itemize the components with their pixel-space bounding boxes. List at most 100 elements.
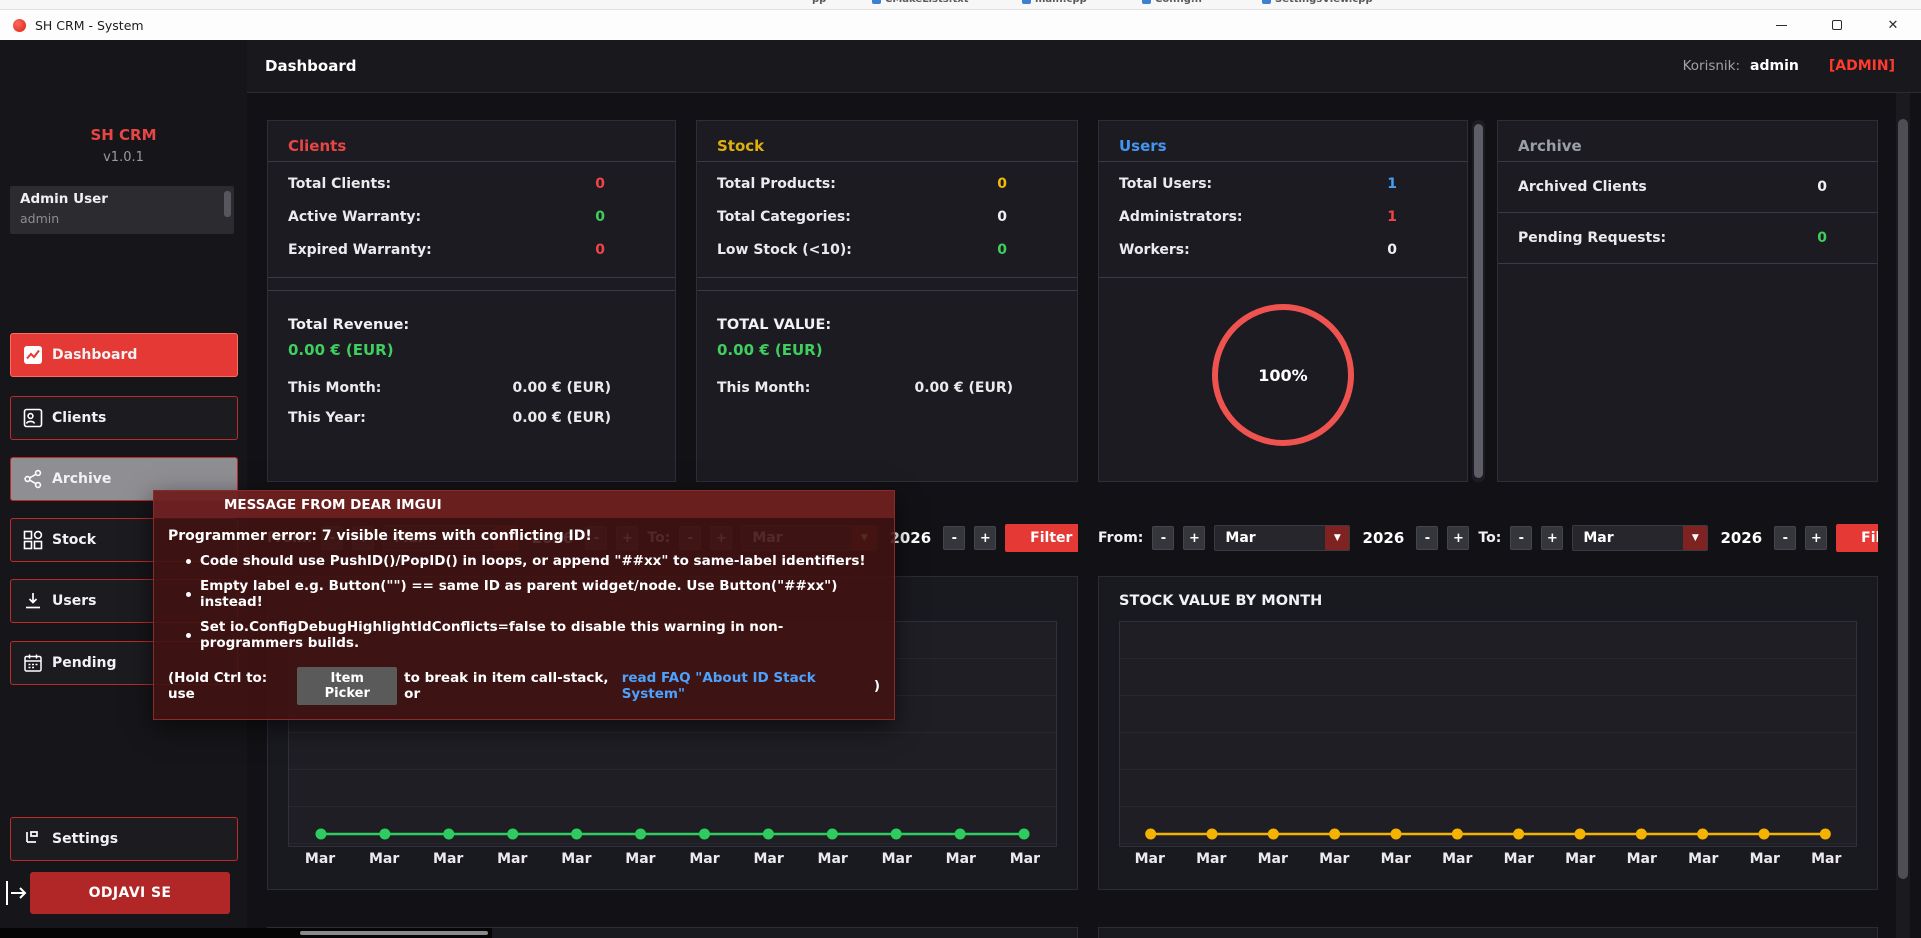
logout-button[interactable]: ODJAVI SE bbox=[30, 872, 230, 914]
stat-row: Total Categories:0 bbox=[697, 209, 1077, 228]
separator bbox=[268, 290, 675, 291]
stat-row: Low Stock (<10):0 bbox=[697, 242, 1077, 261]
version-label: v1.0.1 bbox=[0, 150, 247, 165]
background-tab-label: CMakeLists.txt bbox=[885, 0, 969, 5]
user-label: Korisnik: bbox=[1683, 58, 1740, 74]
x-axis-label: Mar bbox=[1119, 851, 1181, 867]
background-tab[interactable]: SettingsView.cpp bbox=[1262, 0, 1373, 5]
from-month-minus-button[interactable]: - bbox=[1152, 526, 1174, 550]
sidebar-item-label: Settings bbox=[52, 831, 118, 847]
chart-line bbox=[1120, 622, 1856, 846]
stock-filter-row: From: - + Mar▼ 2026 - + To: - + Mar▼ 202… bbox=[1098, 515, 1878, 561]
to-year-value[interactable]: 2026 bbox=[1717, 529, 1765, 547]
cards-scrollbar-thumb[interactable] bbox=[1474, 124, 1483, 478]
user-panel-scrollbar[interactable] bbox=[224, 191, 231, 217]
to-year-plus-button[interactable]: + bbox=[974, 526, 996, 550]
imgui-error-popup: MESSAGE FROM DEAR IMGUI Programmer error… bbox=[153, 490, 895, 720]
x-axis-label: Mar bbox=[737, 851, 801, 867]
revenue-chart-xlabels: MarMarMarMarMarMarMarMarMarMarMarMar bbox=[288, 851, 1057, 867]
archive-row: Archived Clients0 bbox=[1498, 162, 1877, 213]
footer-text: (Hold Ctrl to: use bbox=[168, 670, 290, 702]
stat-row: Total Clients: 0 bbox=[268, 176, 675, 195]
window-controls: ✕ bbox=[1753, 10, 1921, 41]
sidebar-item-dashboard[interactable]: Dashboard bbox=[10, 333, 238, 377]
file-icon bbox=[1262, 0, 1271, 4]
x-axis-label: Mar bbox=[672, 851, 736, 867]
bullet-text: Code should use PushID()/PopID() in loop… bbox=[200, 553, 866, 569]
clients-icon bbox=[23, 408, 43, 428]
cut-off-panel bbox=[1098, 927, 1878, 938]
cards-scrollbar[interactable] bbox=[1472, 120, 1485, 482]
stock-card: Stock Total Products:0 Total Categories:… bbox=[696, 120, 1078, 482]
revenue-label: Total Revenue: bbox=[268, 317, 675, 333]
to-year-minus-button[interactable]: - bbox=[1774, 526, 1796, 550]
user-value: admin bbox=[1750, 58, 1799, 74]
main-scrollbar[interactable] bbox=[1896, 93, 1910, 938]
stat-value: 0 bbox=[595, 176, 605, 195]
popup-bullet: Empty label e.g. Button("") == same ID a… bbox=[168, 578, 880, 610]
background-tab[interactable]: main.cpp bbox=[1022, 0, 1087, 5]
to-year-minus-button[interactable]: - bbox=[943, 526, 965, 550]
main-scrollbar-thumb[interactable] bbox=[1898, 119, 1908, 879]
archive-row: Pending Requests:0 bbox=[1498, 213, 1877, 264]
background-tab[interactable]: Config.h bbox=[1142, 0, 1202, 5]
month-value: 0.00 € (EUR) bbox=[512, 380, 611, 396]
to-year-plus-button[interactable]: + bbox=[1805, 526, 1827, 550]
stat-label: Total Users: bbox=[1119, 176, 1212, 195]
stat-label: Total Clients: bbox=[288, 176, 391, 195]
close-icon: ✕ bbox=[1888, 19, 1899, 32]
x-axis-label: Mar bbox=[352, 851, 416, 867]
grid-icon bbox=[23, 530, 43, 550]
from-year-plus-button[interactable]: + bbox=[1447, 526, 1469, 550]
popup-body: Programmer error: 7 visible items with c… bbox=[154, 518, 894, 719]
file-icon bbox=[1142, 0, 1151, 4]
from-month-combo[interactable]: Mar▼ bbox=[1214, 525, 1350, 551]
x-axis-label: Mar bbox=[416, 851, 480, 867]
logout-arrow-icon bbox=[3, 878, 29, 908]
bullet-text: Set io.ConfigDebugHighlightIdConflicts=f… bbox=[200, 619, 880, 651]
item-picker-button[interactable]: Item Picker bbox=[297, 667, 397, 705]
faq-link[interactable]: read FAQ "About ID Stack System" bbox=[622, 670, 867, 702]
combo-value: Mar bbox=[1215, 530, 1325, 546]
background-tab-label: Config.h bbox=[1155, 0, 1202, 5]
card-title: Users bbox=[1099, 121, 1467, 161]
popup-bullet: Code should use PushID()/PopID() in loop… bbox=[168, 553, 880, 569]
from-year-value[interactable]: 2026 bbox=[1359, 529, 1407, 547]
stat-value: 0 bbox=[997, 176, 1007, 195]
popup-titlebar[interactable]: MESSAGE FROM DEAR IMGUI bbox=[154, 491, 894, 518]
to-month-plus-button[interactable]: + bbox=[1541, 526, 1563, 550]
filter-button[interactable]: Filter bbox=[1836, 524, 1878, 552]
to-month-combo[interactable]: Mar▼ bbox=[1572, 525, 1708, 551]
share-icon bbox=[23, 469, 43, 489]
user-name: Admin User bbox=[20, 191, 108, 207]
chevron-down-icon: ▼ bbox=[1325, 526, 1349, 550]
close-button[interactable]: ✕ bbox=[1865, 10, 1921, 41]
background-tab[interactable]: pp bbox=[812, 0, 826, 5]
sidebar-item-label: Archive bbox=[52, 471, 111, 487]
filter-button[interactable]: Filter bbox=[1005, 524, 1078, 552]
card-title: Archive bbox=[1498, 121, 1877, 161]
admin-percentage-gauge: 100% bbox=[1212, 304, 1354, 446]
stat-row: Active Warranty:0 bbox=[268, 209, 675, 228]
stat-row: Expired Warranty:0 bbox=[268, 242, 675, 261]
titlebar: SH CRM - System ✕ bbox=[0, 9, 1921, 40]
from-month-plus-button[interactable]: + bbox=[1183, 526, 1205, 550]
maximize-button[interactable] bbox=[1809, 10, 1865, 41]
minimize-button[interactable] bbox=[1753, 10, 1809, 41]
from-year-minus-button[interactable]: - bbox=[1416, 526, 1438, 550]
stat-label: Archived Clients bbox=[1518, 179, 1647, 195]
page-title: Dashboard bbox=[265, 57, 356, 75]
footer-text: to break in item call-stack, or bbox=[404, 670, 615, 702]
stat-row: Administrators:1 bbox=[1099, 209, 1467, 228]
file-icon bbox=[1022, 0, 1031, 4]
sidebar-item-clients[interactable]: Clients bbox=[10, 396, 238, 440]
background-tab[interactable]: CMakeLists.txt bbox=[872, 0, 969, 5]
x-axis-label: Mar bbox=[1796, 851, 1858, 867]
stock-chart-card: STOCK VALUE BY MONTH MarMarMarMarMarMarM… bbox=[1098, 576, 1878, 890]
to-month-minus-button[interactable]: - bbox=[1510, 526, 1532, 550]
archive-card: Archive Archived Clients0 Pending Reques… bbox=[1497, 120, 1878, 482]
stock-chart-plot bbox=[1119, 621, 1857, 847]
stat-row: Workers:0 bbox=[1099, 242, 1467, 261]
separator bbox=[1099, 161, 1467, 162]
sidebar-item-settings[interactable]: Settings bbox=[10, 817, 238, 861]
